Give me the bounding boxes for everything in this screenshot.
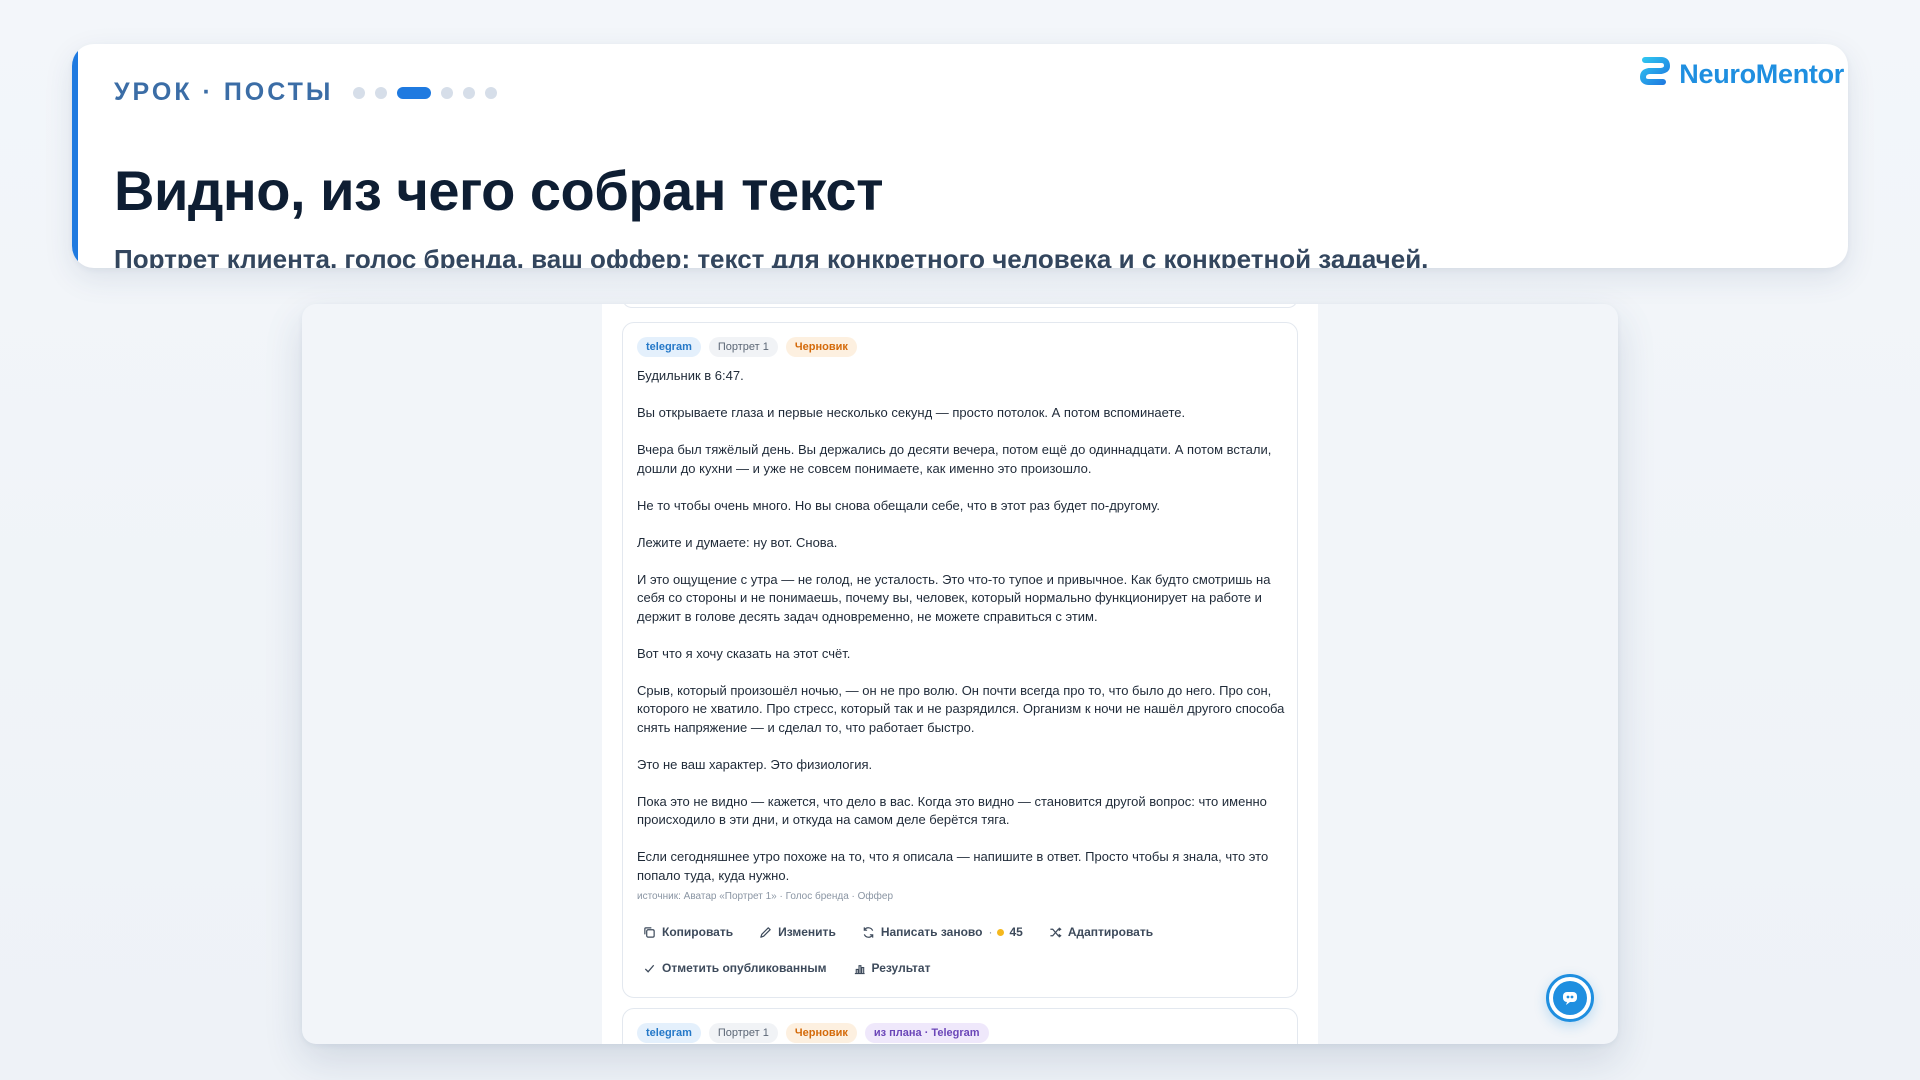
rewrite-cost-separator: · — [988, 925, 993, 939]
adapt-button[interactable]: Адаптировать — [1049, 925, 1153, 939]
post-paragraph: Если сегодняшнее утро похоже на то, что … — [637, 849, 1269, 883]
brand-logo-icon — [1640, 57, 1671, 91]
chat-bot-icon — [1553, 981, 1587, 1015]
check-icon — [644, 964, 655, 973]
edit-button[interactable]: Изменить — [759, 925, 836, 939]
mark-published-button[interactable]: Отметить опубликованным — [643, 961, 827, 975]
page-title: Видно, из чего собран текст — [114, 159, 884, 222]
post-card: telegram Портрет 1 Черновик Будильник в … — [622, 322, 1298, 998]
lesson-progress — [353, 86, 498, 99]
page-subtitle: Портрет клиента, голос бренда, ваш оффер… — [114, 244, 1429, 268]
post-paragraph: Будильник в 6:47. — [637, 368, 744, 383]
post-card-next: telegram Портрет 1 Черновик из плана · T… — [622, 1008, 1298, 1044]
post-paragraph: Вот что я хочу сказать на этот счёт. — [637, 645, 851, 661]
tag-platform: telegram — [637, 337, 701, 357]
adapt-label: Адаптировать — [1067, 925, 1154, 939]
result-label: Результат — [871, 961, 931, 975]
coin-icon — [997, 928, 1005, 936]
rewrite-cost: · 45 — [988, 925, 1022, 939]
lesson-row: УРОК · ПОСТЫ — [114, 78, 498, 107]
pencil-icon — [760, 926, 771, 938]
post-paragraph: Срыв, который произошёл ночью, — он не п… — [637, 682, 1285, 735]
post-tags: telegram Портрет 1 Черновик из плана · T… — [637, 1023, 989, 1043]
rewrite-label: Написать заново — [880, 925, 983, 939]
tag-platform: telegram — [637, 1023, 701, 1043]
post-paragraph: Пока это не видно — кажется, что дело в … — [637, 793, 1267, 828]
post-tags: telegram Портрет 1 Черновик — [637, 337, 857, 357]
post-paragraph: Лежите и думаете: ну вот. Снова. — [637, 534, 838, 550]
progress-dot — [485, 86, 498, 99]
post-paragraph: Это не ваш характер. Это физиология. — [637, 756, 873, 772]
progress-dot — [353, 86, 366, 99]
progress-dot — [441, 86, 454, 99]
tag-status: Черновик — [785, 1023, 857, 1043]
tag-portrait: Портрет 1 — [708, 1023, 778, 1043]
refresh-icon — [863, 926, 874, 938]
progress-dot-current — [397, 86, 432, 99]
copy-icon — [644, 926, 655, 938]
edit-label: Изменить — [778, 925, 836, 939]
posts-column: telegram Портрет 1 Черновик Будильник в … — [602, 304, 1318, 1044]
post-body: Будильник в 6:47. Вы открываете глаза и … — [637, 367, 1287, 885]
post-actions-row-1: Копировать Изменить Написать заново · 45 — [643, 925, 1153, 939]
bar-chart-icon — [854, 964, 865, 974]
rewrite-button[interactable]: Написать заново — [862, 925, 983, 939]
rewrite-cost-value: 45 — [1009, 925, 1023, 939]
mark-published-label: Отметить опубликованным — [662, 961, 827, 975]
post-paragraph: Вчера был тяжёлый день. Вы держались до … — [637, 442, 1272, 476]
lesson-header-card: УРОК · ПОСТЫ Видно, из чего собран текст… — [72, 44, 1848, 268]
brand-logo: NeuroMentor — [1639, 56, 1844, 92]
chat-assistant-button[interactable] — [1546, 974, 1594, 1022]
post-source: источник: Аватар «Портрет 1» · Голос бре… — [637, 891, 894, 902]
result-button[interactable]: Результат — [853, 961, 931, 975]
post-paragraph: Не то чтобы очень много. Но вы снова обе… — [637, 497, 1160, 513]
app-screenshot-frame: telegram Портрет 1 Черновик Будильник в … — [302, 304, 1618, 1044]
tag-plan: из плана · Telegram — [864, 1023, 989, 1043]
progress-dot — [375, 86, 388, 99]
lesson-label: УРОК · ПОСТЫ — [114, 78, 334, 106]
post-paragraph: И это ощущение с утра — не голод, не уст… — [637, 571, 1271, 624]
post-paragraph: Вы открываете глаза и первые несколько с… — [637, 405, 1186, 420]
progress-dot — [463, 86, 476, 99]
previous-post-card-edge — [622, 304, 1298, 308]
post-actions-row-2: Отметить опубликованным Результат — [643, 961, 930, 975]
header-accent-bar — [72, 44, 78, 268]
tag-portrait: Портрет 1 — [708, 337, 778, 357]
tag-status: Черновик — [785, 337, 857, 357]
shuffle-icon — [1050, 926, 1062, 938]
copy-label: Копировать — [662, 925, 734, 939]
brand-name: NeuroMentor — [1679, 58, 1844, 89]
copy-button[interactable]: Копировать — [643, 925, 733, 939]
